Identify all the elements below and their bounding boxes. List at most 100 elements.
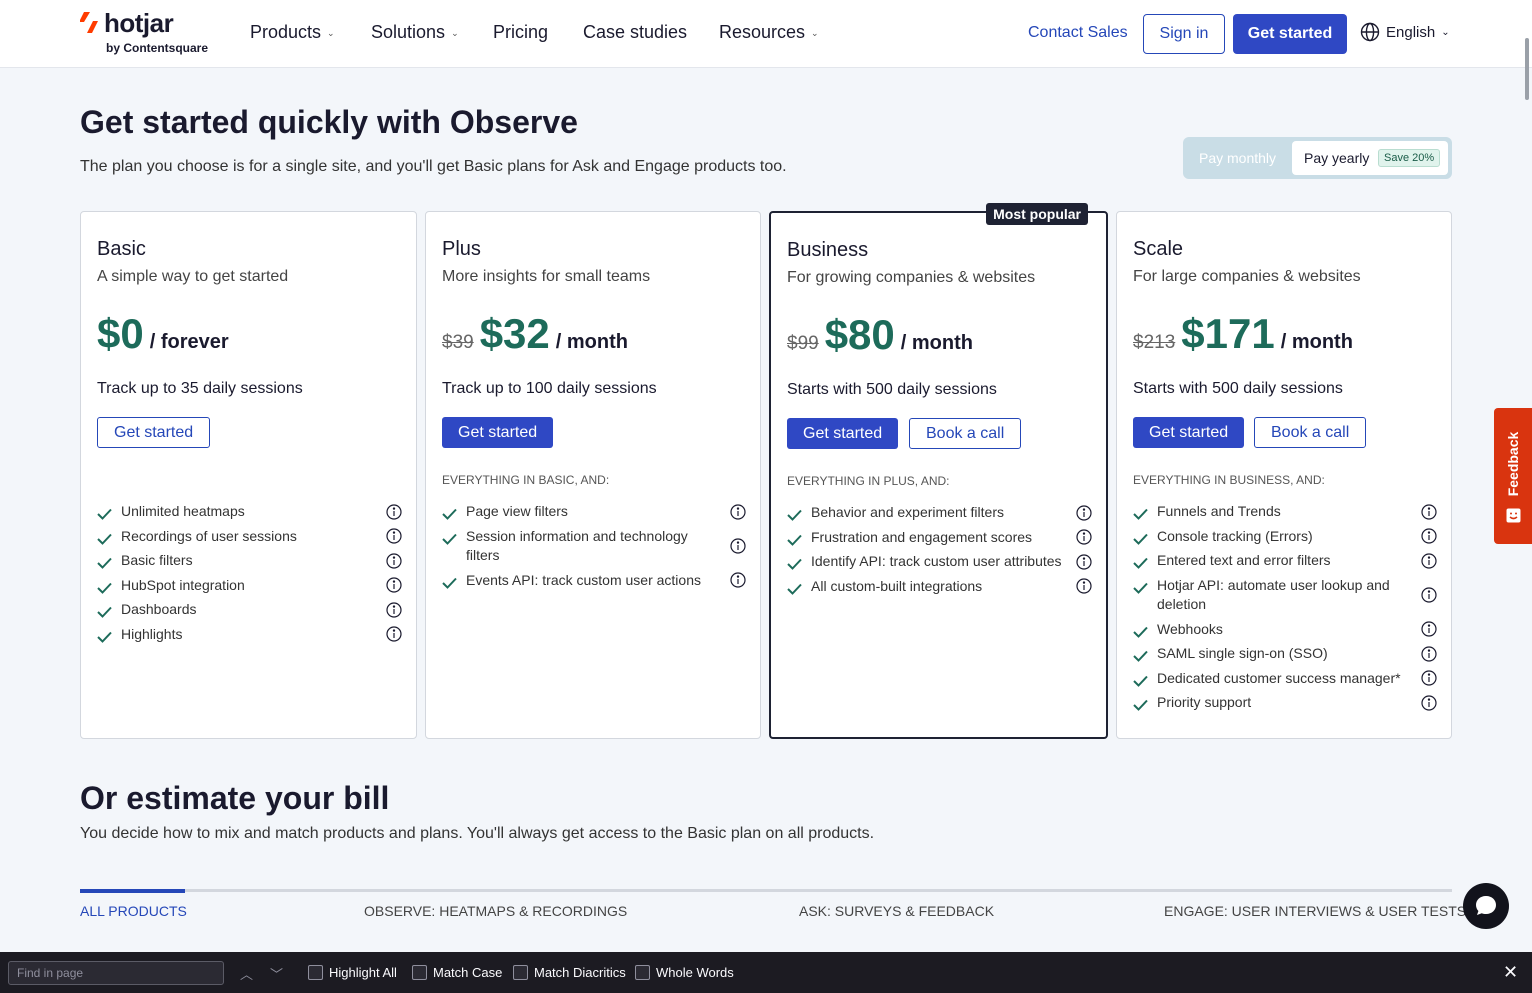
- tab-observe[interactable]: OBSERVE: HEATMAPS & RECORDINGS: [364, 903, 627, 919]
- get-started-button[interactable]: Get started: [1133, 417, 1245, 448]
- info-icon[interactable]: [386, 553, 402, 569]
- info-icon[interactable]: [730, 538, 746, 554]
- info-icon[interactable]: [386, 626, 402, 642]
- nav-pricing[interactable]: Pricing: [493, 22, 548, 43]
- language-selector[interactable]: English ⌄: [1360, 22, 1450, 42]
- price-row: $39 $32 / month: [442, 310, 628, 358]
- old-price: $39: [442, 332, 474, 353]
- feature-item: Webhooks: [1133, 620, 1437, 640]
- feature-item: Priority support: [1133, 693, 1437, 713]
- check-icon: [442, 506, 457, 520]
- info-icon[interactable]: [1421, 504, 1437, 520]
- get-started-button[interactable]: Get started: [442, 417, 554, 448]
- feedback-smile-icon: [1506, 508, 1521, 523]
- info-icon[interactable]: [1421, 670, 1437, 686]
- plan-period: / forever: [149, 331, 229, 353]
- match-diacritics-checkbox[interactable]: Match Diacritics: [513, 965, 626, 980]
- info-icon[interactable]: [1076, 554, 1092, 570]
- feature-item: Console tracking (Errors): [1133, 527, 1437, 547]
- info-icon[interactable]: [386, 577, 402, 593]
- check-icon: [787, 556, 802, 570]
- get-started-nav-button[interactable]: Get started: [1233, 14, 1347, 54]
- pay-yearly-option[interactable]: Pay yearly Save 20%: [1292, 141, 1448, 175]
- info-icon[interactable]: [386, 528, 402, 544]
- price-row: $99 $80 / month: [787, 311, 973, 359]
- check-icon: [787, 507, 802, 521]
- get-started-button[interactable]: Get started: [787, 418, 899, 449]
- feature-label: SAML single sign-on (SSO): [1157, 645, 1328, 661]
- info-icon[interactable]: [386, 504, 402, 520]
- feature-label: Session information and technology filte…: [466, 527, 688, 564]
- feature-label: Events API: track custom user actions: [466, 571, 701, 588]
- plan-card-basic: Basic A simple way to get started $0 / f…: [80, 211, 417, 739]
- globe-icon: [1360, 22, 1380, 42]
- whole-words-checkbox[interactable]: Whole Words: [635, 965, 734, 980]
- info-icon[interactable]: [730, 504, 746, 520]
- plan-card-scale: Scale For large companies & websites $21…: [1116, 211, 1452, 739]
- tab-engage[interactable]: ENGAGE: USER INTERVIEWS & USER TESTS: [1164, 903, 1466, 919]
- book-a-call-button[interactable]: Book a call: [909, 418, 1022, 449]
- info-icon[interactable]: [1421, 621, 1437, 637]
- plan-description: A simple way to get started: [97, 268, 289, 285]
- match-diacritics-label: Match Diacritics: [534, 965, 626, 980]
- hotjar-logo-icon: [80, 12, 98, 33]
- info-icon[interactable]: [1421, 587, 1437, 603]
- info-icon[interactable]: [1421, 646, 1437, 662]
- find-previous-icon[interactable]: ︿: [240, 964, 253, 983]
- match-case-checkbox[interactable]: Match Case: [412, 965, 502, 980]
- nav-solutions[interactable]: Solutions ⌄: [371, 22, 459, 43]
- pay-monthly-option[interactable]: Pay monthly: [1199, 150, 1276, 166]
- checkbox-box: [513, 965, 528, 980]
- feature-list: Unlimited heatmaps Recordings of user ses…: [97, 502, 402, 649]
- info-icon[interactable]: [1076, 578, 1092, 594]
- feature-label: Entered text and error filters: [1157, 552, 1331, 568]
- product-tab-bar: [80, 889, 1452, 893]
- info-icon[interactable]: [386, 602, 402, 618]
- plan-period: / month: [900, 332, 973, 354]
- nav-products[interactable]: Products ⌄: [250, 22, 335, 43]
- tab-ask[interactable]: ASK: SURVEYS & FEEDBACK: [799, 903, 994, 919]
- info-icon[interactable]: [1421, 528, 1437, 544]
- checkbox-box: [635, 965, 650, 980]
- contact-sales-link[interactable]: Contact Sales: [1028, 24, 1128, 42]
- scrollbar-thumb[interactable]: [1525, 38, 1529, 100]
- check-icon: [1133, 555, 1148, 569]
- sign-in-button[interactable]: Sign in: [1143, 14, 1225, 54]
- info-icon[interactable]: [1076, 505, 1092, 521]
- check-icon: [97, 531, 112, 545]
- chevron-down-icon: ⌄: [811, 27, 819, 38]
- nav-resources[interactable]: Resources ⌄: [719, 22, 819, 43]
- info-icon[interactable]: [730, 572, 746, 588]
- nav-case-studies[interactable]: Case studies: [583, 22, 687, 43]
- feature-label: Behavior and experiment filters: [811, 504, 1004, 520]
- whole-words-label: Whole Words: [656, 965, 734, 980]
- find-next-icon[interactable]: ﹀: [270, 964, 283, 983]
- feature-label: Basic filters: [121, 552, 193, 568]
- everything-in-label: EVERYTHING IN BASIC, AND:: [442, 473, 610, 487]
- close-icon[interactable]: ✕: [1503, 962, 1518, 983]
- check-icon: [1133, 531, 1148, 545]
- feature-item: Session information and technology filte…: [442, 527, 746, 566]
- price-row: $213 $171 / month: [1133, 310, 1353, 358]
- feature-label: Hotjar API: automate user lookup and del…: [1157, 576, 1390, 613]
- get-started-button[interactable]: Get started: [97, 417, 211, 448]
- price-row: $0 / forever: [97, 310, 229, 358]
- chat-widget-button[interactable]: [1463, 883, 1509, 929]
- feature-label: Highlights: [121, 625, 183, 642]
- highlight-all-checkbox[interactable]: Highlight All: [308, 965, 397, 980]
- info-icon[interactable]: [1421, 695, 1437, 711]
- chat-bubble-icon: [1476, 896, 1496, 915]
- book-a-call-button[interactable]: Book a call: [1254, 417, 1367, 448]
- feature-item: Events API: track custom user actions: [442, 571, 746, 591]
- tab-all-products[interactable]: ALL PRODUCTS: [80, 903, 187, 919]
- feedback-tab[interactable]: Feedback: [1494, 408, 1532, 544]
- logo-wordmark: hotjar: [104, 8, 174, 38]
- info-icon[interactable]: [1421, 553, 1437, 569]
- plan-period: / month: [1280, 331, 1353, 353]
- page-title: Get started quickly with Observe: [80, 104, 578, 140]
- chevron-down-icon: ⌄: [451, 27, 459, 38]
- info-icon[interactable]: [1076, 529, 1092, 545]
- plan-sessions: Starts with 500 daily sessions: [787, 381, 997, 398]
- feature-item: Page view filters: [442, 502, 746, 522]
- find-input[interactable]: [8, 961, 224, 985]
